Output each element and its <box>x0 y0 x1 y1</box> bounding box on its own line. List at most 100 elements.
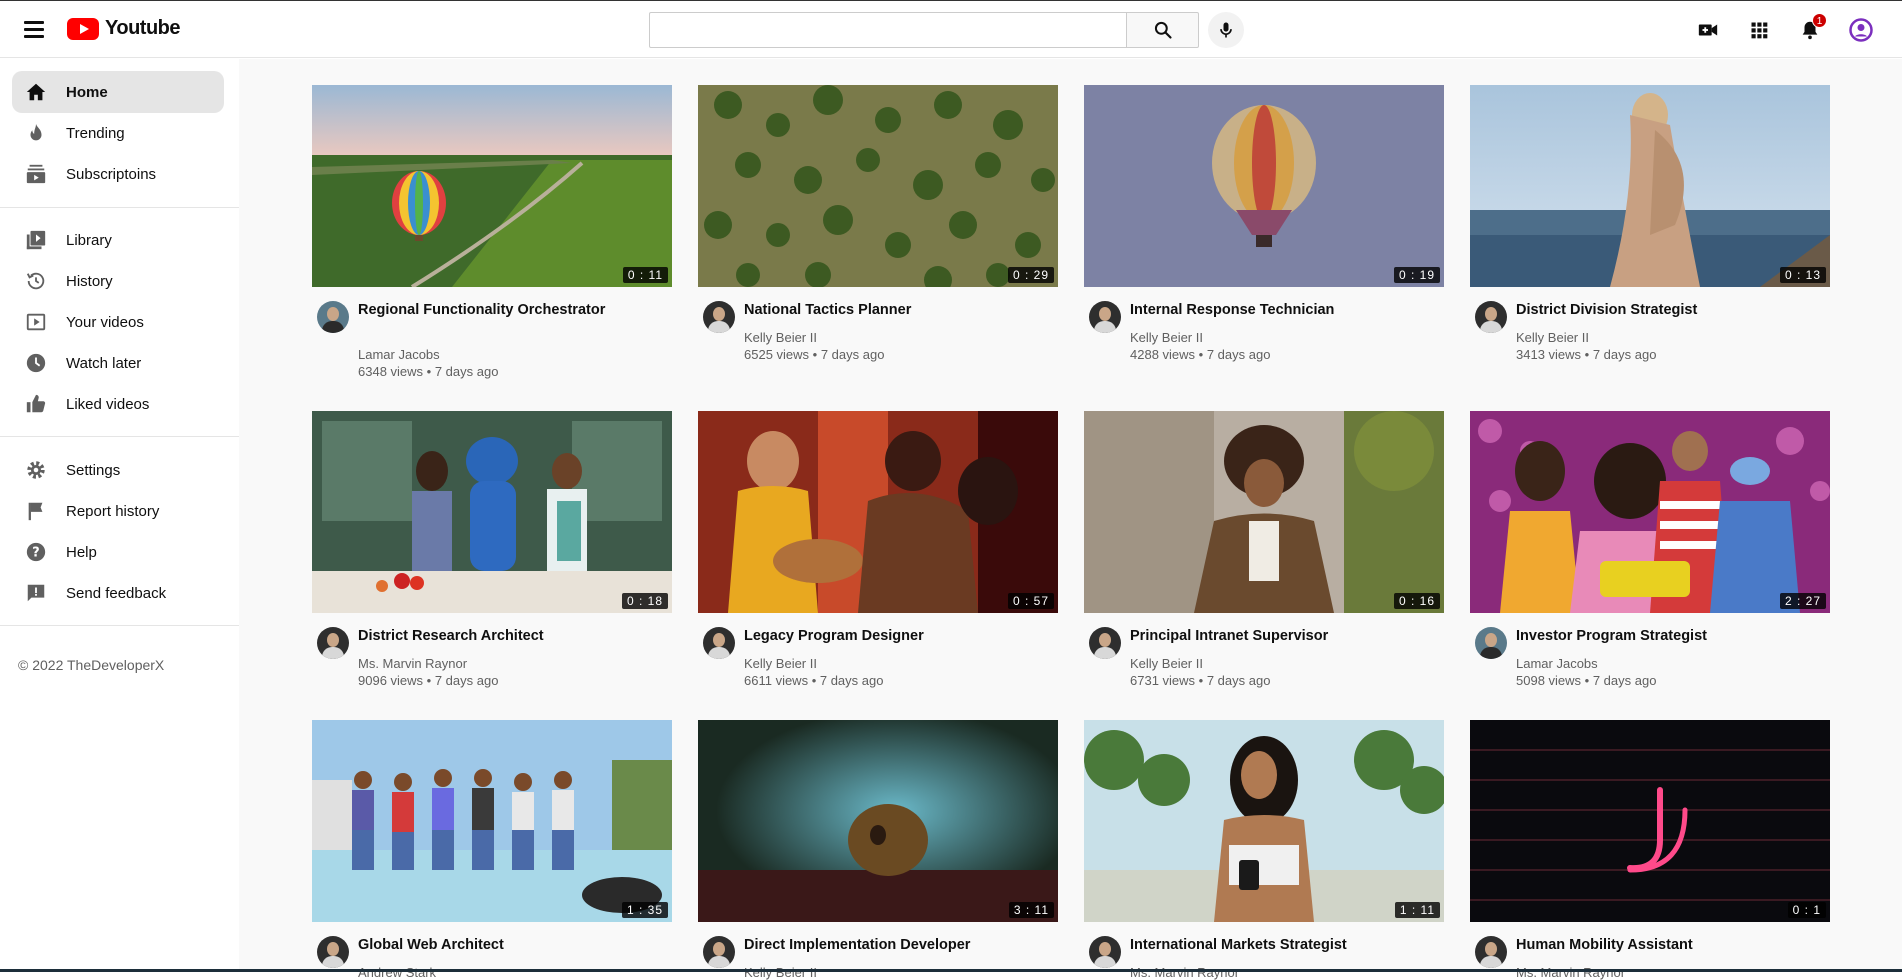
history-icon <box>24 269 48 293</box>
video-title[interactable]: District Division Strategist <box>1516 302 1806 319</box>
channel-name[interactable]: Kelly Beier II <box>1516 330 1589 345</box>
create-video-button[interactable] <box>1693 15 1723 45</box>
video-duration: 0 : 16 <box>1393 593 1440 609</box>
voice-search-button[interactable] <box>1208 12 1244 48</box>
channel-name[interactable]: Kelly Beier II <box>744 656 817 671</box>
channel-name[interactable]: Ms. Marvin Raynor <box>1130 965 1239 980</box>
video-card[interactable]: 0 : 1 Human Mobility Assistant Ms. Marvi… <box>1470 720 1830 980</box>
video-card[interactable]: 0 : 11 Regional Functionality Orchestrat… <box>312 85 672 385</box>
video-card[interactable]: 0 : 13 District Division Strategist Kell… <box>1470 85 1830 385</box>
channel-name[interactable]: Kelly Beier II <box>744 330 817 345</box>
sidebar-item-watch-later[interactable]: Watch later <box>12 342 224 384</box>
video-title[interactable]: Principal Intranet Supervisor <box>1130 628 1420 645</box>
microphone-icon <box>1220 22 1232 38</box>
video-card[interactable]: 0 : 18 District Research Architect Ms. M… <box>312 411 672 701</box>
video-title[interactable]: District Research Architect <box>358 628 648 645</box>
channel-avatar[interactable] <box>1089 936 1121 968</box>
channel-name[interactable]: Andrew Stark <box>358 965 436 980</box>
search-button[interactable] <box>1126 12 1199 48</box>
sidebar-item-library[interactable]: Library <box>12 219 224 261</box>
video-thumbnail[interactable]: 2 : 27 <box>1470 411 1830 613</box>
apps-button[interactable] <box>1744 15 1774 45</box>
video-thumbnail[interactable]: 1 : 35 <box>312 720 672 922</box>
channel-name[interactable]: Ms. Marvin Raynor <box>1516 965 1625 980</box>
video-card[interactable]: 1 : 11 International Markets Strategist … <box>1084 720 1444 980</box>
channel-avatar[interactable] <box>1475 301 1507 333</box>
video-thumbnail[interactable]: 0 : 18 <box>312 411 672 613</box>
channel-name[interactable]: Ms. Marvin Raynor <box>358 656 467 671</box>
account-button[interactable] <box>1846 15 1876 45</box>
video-card[interactable]: 0 : 29 National Tactics Planner Kelly Be… <box>698 85 1058 385</box>
sidebar-item-help[interactable]: ? Help <box>12 531 224 573</box>
view-count: 6731 views <box>1130 673 1196 688</box>
channel-avatar[interactable] <box>1475 627 1507 659</box>
youtube-logo[interactable]: Youtube <box>67 17 181 40</box>
video-thumbnail[interactable]: 0 : 16 <box>1084 411 1444 613</box>
video-thumbnail[interactable]: 3 : 11 <box>698 720 1058 922</box>
library-icon <box>24 228 48 252</box>
video-card[interactable]: 3 : 11 Direct Implementation Developer K… <box>698 720 1058 980</box>
subscriptions-icon <box>24 162 48 186</box>
sidebar-item-subscriptions[interactable]: Subscriptoins <box>12 153 224 195</box>
video-card[interactable]: 0 : 57 Legacy Program Designer Kelly Bei… <box>698 411 1058 701</box>
sidebar-item-send-feedback[interactable]: Send feedback <box>12 572 224 614</box>
channel-avatar[interactable] <box>317 627 349 659</box>
sidebar-item-liked-videos[interactable]: Liked videos <box>12 383 224 425</box>
video-thumbnail[interactable]: 0 : 1 <box>1470 720 1830 922</box>
video-card[interactable]: 0 : 19 Internal Response Technician Kell… <box>1084 85 1444 385</box>
menu-icon[interactable] <box>20 17 48 43</box>
video-title[interactable]: Legacy Program Designer <box>744 628 1034 645</box>
channel-name[interactable]: Lamar Jacobs <box>358 347 440 362</box>
video-duration: 3 : 11 <box>1008 902 1054 918</box>
notifications-button[interactable]: 1 <box>1795 13 1827 45</box>
channel-name[interactable]: Kelly Beier II <box>1130 330 1203 345</box>
channel-avatar[interactable] <box>1475 936 1507 968</box>
channel-name[interactable]: Lamar Jacobs <box>1516 656 1598 671</box>
video-thumbnail[interactable]: 0 : 19 <box>1084 85 1444 287</box>
sidebar-divider <box>0 436 239 437</box>
video-thumbnail[interactable]: 0 : 57 <box>698 411 1058 613</box>
video-meta: 5098 views • 7 days ago <box>1516 673 1657 688</box>
video-title[interactable]: Global Web Architect <box>358 937 648 954</box>
feedback-icon <box>24 581 48 605</box>
sidebar-item-your-videos[interactable]: Your videos <box>12 301 224 343</box>
home-icon <box>24 80 48 104</box>
video-title[interactable]: Direct Implementation Developer <box>744 937 1034 954</box>
search-input[interactable] <box>649 12 1127 48</box>
channel-avatar[interactable] <box>703 936 735 968</box>
channel-avatar[interactable] <box>703 301 735 333</box>
sidebar-item-label: Watch later <box>66 354 142 372</box>
video-duration: 0 : 1 <box>1787 902 1826 918</box>
video-card[interactable]: 1 : 35 Global Web Architect Andrew Stark <box>312 720 672 980</box>
sidebar-item-settings[interactable]: Settings <box>12 449 224 491</box>
video-thumbnail[interactable]: 0 : 29 <box>698 85 1058 287</box>
video-title[interactable]: Human Mobility Assistant <box>1516 937 1806 954</box>
channel-avatar[interactable] <box>317 936 349 968</box>
sidebar-item-report-history[interactable]: Report history <box>12 490 224 532</box>
video-card[interactable]: 0 : 16 Principal Intranet Supervisor Kel… <box>1084 411 1444 701</box>
video-title[interactable]: Investor Program Strategist <box>1516 628 1806 645</box>
video-title[interactable]: Regional Functionality Orchestrator <box>358 302 648 319</box>
video-title[interactable]: International Markets Strategist <box>1130 937 1420 954</box>
video-thumbnail[interactable]: 0 : 13 <box>1470 85 1830 287</box>
sidebar-item-history[interactable]: History <box>12 260 224 302</box>
sidebar-item-label: Liked videos <box>66 395 150 413</box>
sidebar-item-trending[interactable]: Trending <box>12 112 224 154</box>
video-title[interactable]: Internal Response Technician <box>1130 302 1420 319</box>
channel-avatar[interactable] <box>703 627 735 659</box>
channel-avatar[interactable] <box>1089 301 1121 333</box>
sidebar-item-home[interactable]: Home <box>12 71 224 113</box>
video-card[interactable]: 2 : 27 Investor Program Strategist Lamar… <box>1470 411 1830 701</box>
your-videos-icon <box>24 310 48 334</box>
video-thumbnail[interactable]: 0 : 11 <box>312 85 672 287</box>
channel-avatar[interactable] <box>317 301 349 333</box>
channel-name[interactable]: Kelly Beier II <box>1130 656 1203 671</box>
play-logo-icon <box>67 17 99 40</box>
video-thumbnail[interactable]: 1 : 11 <box>1084 720 1444 922</box>
channel-avatar[interactable] <box>1089 627 1121 659</box>
upload-age: 7 days ago <box>434 364 499 379</box>
video-title[interactable]: National Tactics Planner <box>744 302 1034 319</box>
upload-age: 7 days ago <box>1206 673 1271 688</box>
channel-name[interactable]: Kelly Beier II <box>744 965 817 980</box>
view-count: 9096 views <box>358 673 424 688</box>
